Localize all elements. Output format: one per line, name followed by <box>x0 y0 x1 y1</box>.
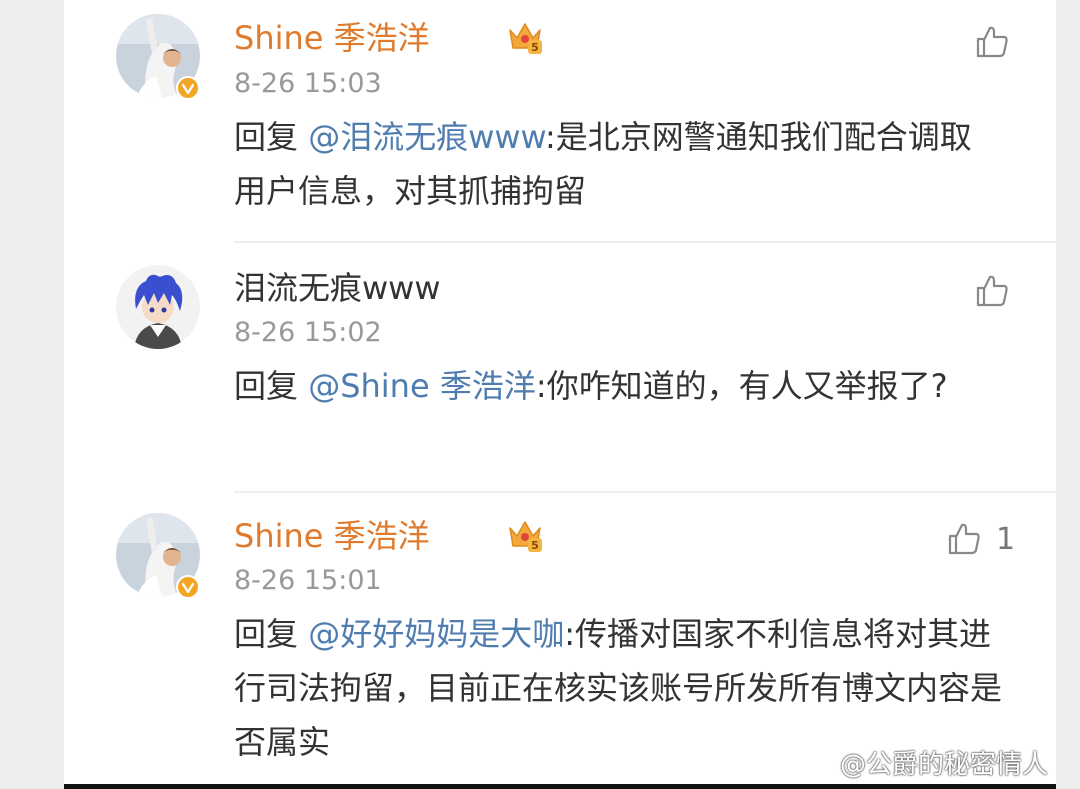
avatar-image-icon <box>116 265 200 349</box>
reply-prefix: 回复 <box>234 615 309 653</box>
timestamp: 8-26 15:01 <box>234 565 382 596</box>
avatar[interactable] <box>116 265 200 349</box>
username[interactable]: 泪流无痕www <box>234 268 441 308</box>
comment-body: :你咋知道的，有人又举报了? <box>535 367 948 405</box>
reply-prefix: 回复 <box>234 118 309 156</box>
like-count: 1 <box>996 521 1016 557</box>
mention-link[interactable]: @泪流无痕www <box>308 118 545 156</box>
comment-text: 回复 @Shine 季浩洋:你咋知道的，有人又举报了? <box>234 359 1004 413</box>
vip-crown-icon: 5 <box>509 521 542 552</box>
timestamp: 8-26 15:02 <box>234 317 382 348</box>
like-button[interactable] <box>974 24 1024 60</box>
like-button[interactable] <box>974 273 1024 309</box>
verified-badge-icon <box>176 575 200 599</box>
comment-item: 泪流无痕www 8-26 15:02 回复 @Shine 季浩洋:你咋知道的，有… <box>64 243 1056 491</box>
watermark-text: @公爵的秘密情人 <box>840 749 1049 780</box>
mention-link[interactable]: @Shine 季浩洋 <box>308 367 536 405</box>
thumbs-up-icon <box>976 275 1008 307</box>
vip-level: 5 <box>531 539 539 552</box>
like-button[interactable]: 1 <box>946 521 1015 557</box>
username[interactable]: Shine 季浩洋 <box>234 18 430 58</box>
weibo-logo-icon <box>797 749 833 778</box>
mention-link[interactable]: @好好妈妈是大咖 <box>308 615 564 653</box>
vip-crown-icon: 5 <box>509 23 542 54</box>
thumbs-up-icon <box>976 26 1008 58</box>
reply-prefix: 回复 <box>234 367 309 405</box>
comment-text: 回复 @泪流无痕www:是北京网警通知我们配合调取用户信息，对其抓捕拘留 <box>234 110 994 218</box>
thumbs-up-icon <box>948 523 980 555</box>
watermark: @公爵的秘密情人 <box>796 744 1048 780</box>
comment-item: Shine 季浩洋 5 8-26 15:03 回复 @泪流无痕www:是北京网警… <box>64 0 1056 240</box>
verified-badge-icon <box>176 76 200 100</box>
username[interactable]: Shine 季浩洋 <box>234 516 430 556</box>
timestamp: 8-26 15:03 <box>234 68 382 99</box>
bottom-edge <box>64 784 1056 789</box>
vip-level: 5 <box>531 41 539 54</box>
comment-list: Shine 季浩洋 5 8-26 15:03 回复 @泪流无痕www:是北京网警… <box>64 0 1056 789</box>
